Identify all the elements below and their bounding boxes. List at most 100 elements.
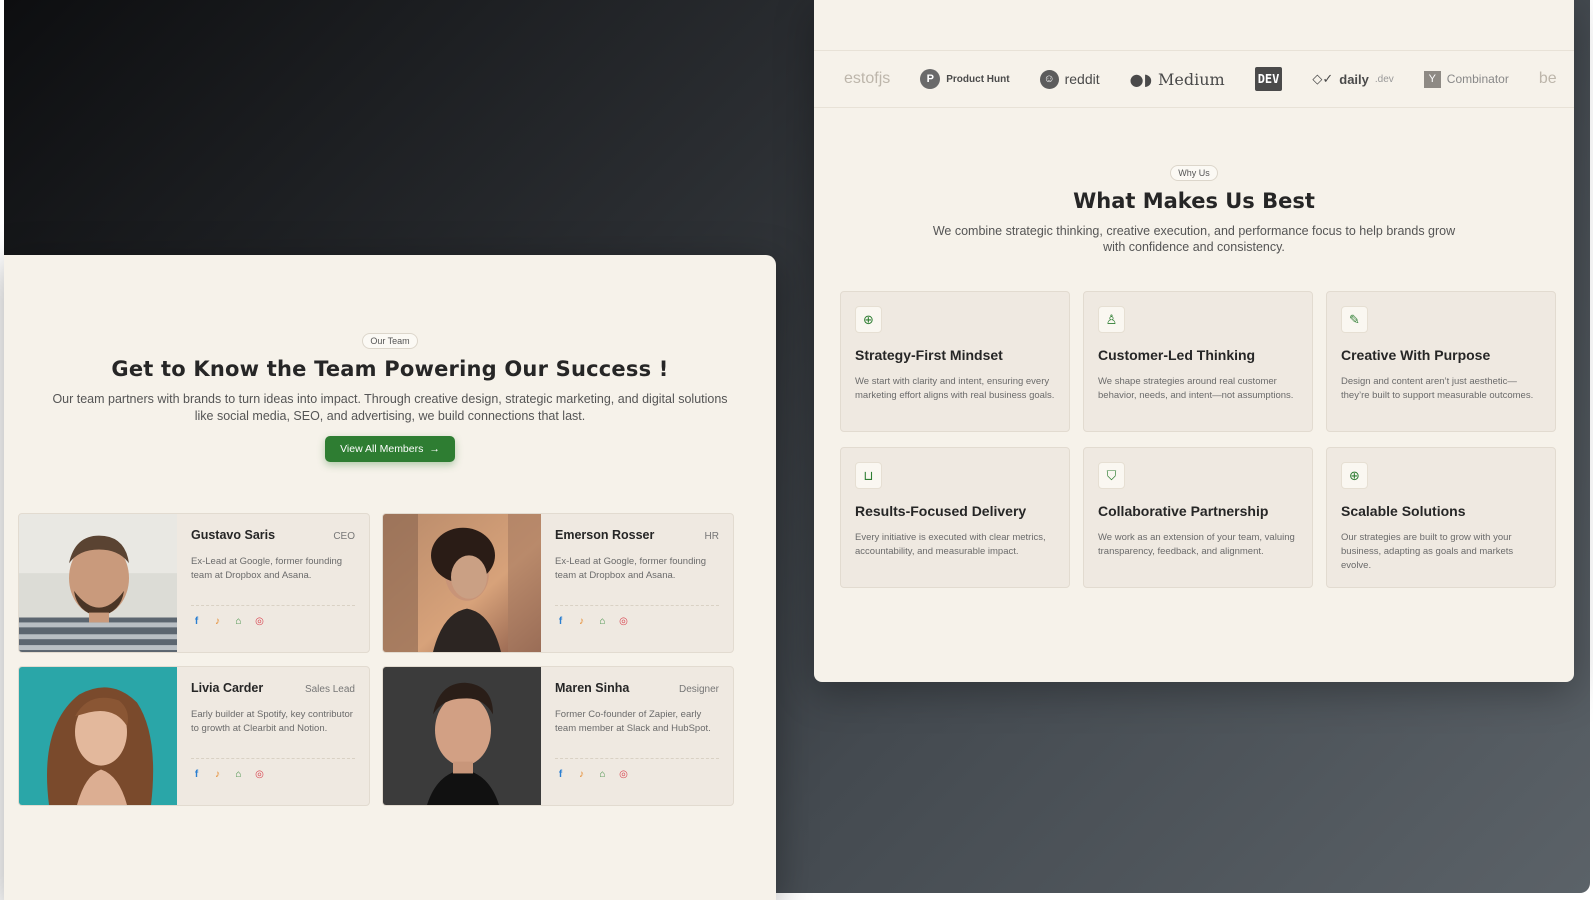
dev-logo: DEV — [1254, 67, 1283, 91]
facebook-icon[interactable]: f — [191, 769, 202, 780]
twitter-icon[interactable]: ♪ — [576, 769, 587, 780]
social-links: f ♪ ⌂ ◎ — [191, 616, 355, 627]
github-icon[interactable]: ⌂ — [597, 616, 608, 627]
feature-desc: Design and content aren’t just aesthetic… — [1341, 376, 1534, 401]
social-links: f ♪ ⌂ ◎ — [191, 769, 355, 780]
member-name: Livia Carder — [191, 681, 264, 695]
team-section: Our Team Get to Know the Team Powering O… — [4, 255, 776, 900]
feature-desc: We shape strategies around real customer… — [1098, 376, 1294, 401]
medium-label: Medium — [1158, 69, 1225, 89]
feature-desc: We start with clarity and intent, ensuri… — [855, 376, 1055, 401]
member-role: HR — [704, 531, 719, 542]
feature-title: Creative With Purpose — [1341, 347, 1491, 363]
social-links: f ♪ ⌂ ◎ — [555, 616, 719, 627]
feature-card: ⊕ Scalable Solutions Our strategies are … — [1326, 447, 1556, 588]
team-header: Our Team Get to Know the Team Powering O… — [4, 331, 776, 462]
feature-card: ⊔ Results-Focused Delivery Every initiat… — [840, 447, 1070, 588]
facebook-icon[interactable]: f — [555, 616, 566, 627]
feature-card: ⊕ Strategy-First Mindset We start with c… — [840, 291, 1070, 432]
member-card[interactable]: Gustavo Saris CEO Ex-Lead at Google, for… — [18, 513, 370, 653]
member-bio: Former Co-founder of Zapier, early team … — [555, 709, 711, 734]
github-icon[interactable]: ⌂ — [233, 769, 244, 780]
instagram-icon[interactable]: ◎ — [254, 616, 265, 627]
product-hunt-icon: P — [920, 69, 941, 89]
cart-icon: ⊔ — [855, 462, 882, 489]
instagram-icon[interactable]: ◎ — [254, 769, 265, 780]
y-combinator-label: Combinator — [1446, 72, 1509, 86]
bestofjs-logo: estofjs — [844, 70, 891, 87]
reddit-logo: ☺ reddit — [1039, 69, 1100, 89]
divider — [191, 758, 355, 759]
member-name: Maren Sinha — [555, 681, 630, 695]
member-role: Designer — [678, 684, 719, 695]
team-subtitle: Our team partners with brands to turn id… — [52, 392, 728, 423]
feature-card: ✎ Creative With Purpose Design and conte… — [1326, 291, 1556, 432]
medium-logo: ●◗ Medium — [1130, 70, 1225, 89]
arrow-right-icon: → — [429, 443, 440, 455]
daily-suffix: .dev — [1374, 73, 1394, 85]
y-combinator-logo: Y Combinator — [1423, 70, 1509, 88]
view-all-members-label: View All Members — [340, 443, 424, 455]
daily-dev-logo: ◇✓ daily .dev — [1312, 71, 1393, 87]
why-us-subtitle: We combine strategic thinking, creative … — [932, 224, 1456, 254]
feature-title: Scalable Solutions — [1341, 503, 1466, 519]
feature-desc: We work as an extension of your team, va… — [1098, 532, 1295, 557]
team-title: Get to Know the Team Powering Our Succes… — [111, 357, 669, 381]
member-card[interactable]: Emerson Rosser HR Ex-Lead at Google, for… — [382, 513, 734, 653]
instagram-icon[interactable]: ◎ — [618, 616, 629, 627]
member-bio: Early builder at Spotify, key contributo… — [191, 709, 353, 734]
member-bio: Ex-Lead at Google, former founding team … — [191, 556, 343, 581]
why-us-section: estofjs P Product Hunt ☺ reddit ●◗ Mediu… — [814, 0, 1574, 682]
facebook-icon[interactable]: f — [555, 769, 566, 780]
product-hunt-logo: P Product Hunt — [920, 69, 1010, 89]
member-name: Emerson Rosser — [555, 528, 655, 542]
feature-desc: Every initiative is executed with clear … — [855, 532, 1046, 557]
social-links: f ♪ ⌂ ◎ — [555, 769, 719, 780]
handshake-icon: ⛉ — [1098, 462, 1125, 489]
feature-card: ♙ Customer-Led Thinking We shape strateg… — [1083, 291, 1313, 432]
compass-icon: ⊕ — [855, 306, 882, 333]
member-photo — [383, 667, 541, 805]
member-photo — [383, 514, 541, 652]
feature-title: Results-Focused Delivery — [855, 503, 1027, 519]
member-bio: Ex-Lead at Google, former founding team … — [555, 556, 707, 581]
team-badge: Our Team — [362, 333, 418, 349]
zoom-in-icon: ⊕ — [1341, 462, 1368, 489]
twitter-icon[interactable]: ♪ — [212, 616, 223, 627]
member-name: Gustavo Saris — [191, 528, 276, 542]
divider — [191, 605, 355, 606]
instagram-icon[interactable]: ◎ — [618, 769, 629, 780]
facebook-icon[interactable]: f — [191, 616, 202, 627]
member-role: CEO — [333, 531, 355, 542]
medium-icon: ●◗ — [1129, 69, 1152, 89]
reddit-icon: ☺ — [1039, 69, 1059, 89]
member-card[interactable]: Livia Carder Sales Lead Early builder at… — [18, 666, 370, 806]
feature-title: Strategy-First Mindset — [855, 347, 1003, 363]
member-photo — [19, 514, 177, 652]
member-info: Maren Sinha Designer Former Co-founder o… — [555, 681, 719, 795]
member-info: Emerson Rosser HR Ex-Lead at Google, for… — [555, 528, 719, 642]
github-icon[interactable]: ⌂ — [233, 616, 244, 627]
view-all-members-button[interactable]: View All Members → — [325, 436, 455, 462]
partner-logo-strip: estofjs P Product Hunt ☺ reddit ●◗ Mediu… — [814, 50, 1574, 108]
feature-title: Collaborative Partnership — [1098, 503, 1269, 519]
daily-dev-icon: ◇✓ — [1312, 71, 1334, 86]
member-role: Sales Lead — [304, 684, 355, 695]
member-photo — [19, 667, 177, 805]
divider — [555, 605, 719, 606]
daily-label: daily — [1339, 71, 1369, 87]
twitter-icon[interactable]: ♪ — [212, 769, 223, 780]
member-card[interactable]: Maren Sinha Designer Former Co-founder o… — [382, 666, 734, 806]
user-icon: ♙ — [1098, 306, 1125, 333]
feature-title: Customer-Led Thinking — [1098, 347, 1256, 363]
feature-card: ⛉ Collaborative Partnership We work as a… — [1083, 447, 1313, 588]
twitter-icon[interactable]: ♪ — [576, 616, 587, 627]
member-info: Livia Carder Sales Lead Early builder at… — [191, 681, 355, 795]
product-hunt-label: Product Hunt — [946, 73, 1010, 85]
y-combinator-icon: Y — [1423, 70, 1441, 88]
feature-desc: Our strategies are built to grow with yo… — [1341, 532, 1514, 571]
trailing-logo: be — [1538, 70, 1557, 87]
reddit-label: reddit — [1064, 71, 1100, 87]
why-us-title: What Makes Us Best — [1073, 189, 1315, 213]
github-icon[interactable]: ⌂ — [597, 769, 608, 780]
